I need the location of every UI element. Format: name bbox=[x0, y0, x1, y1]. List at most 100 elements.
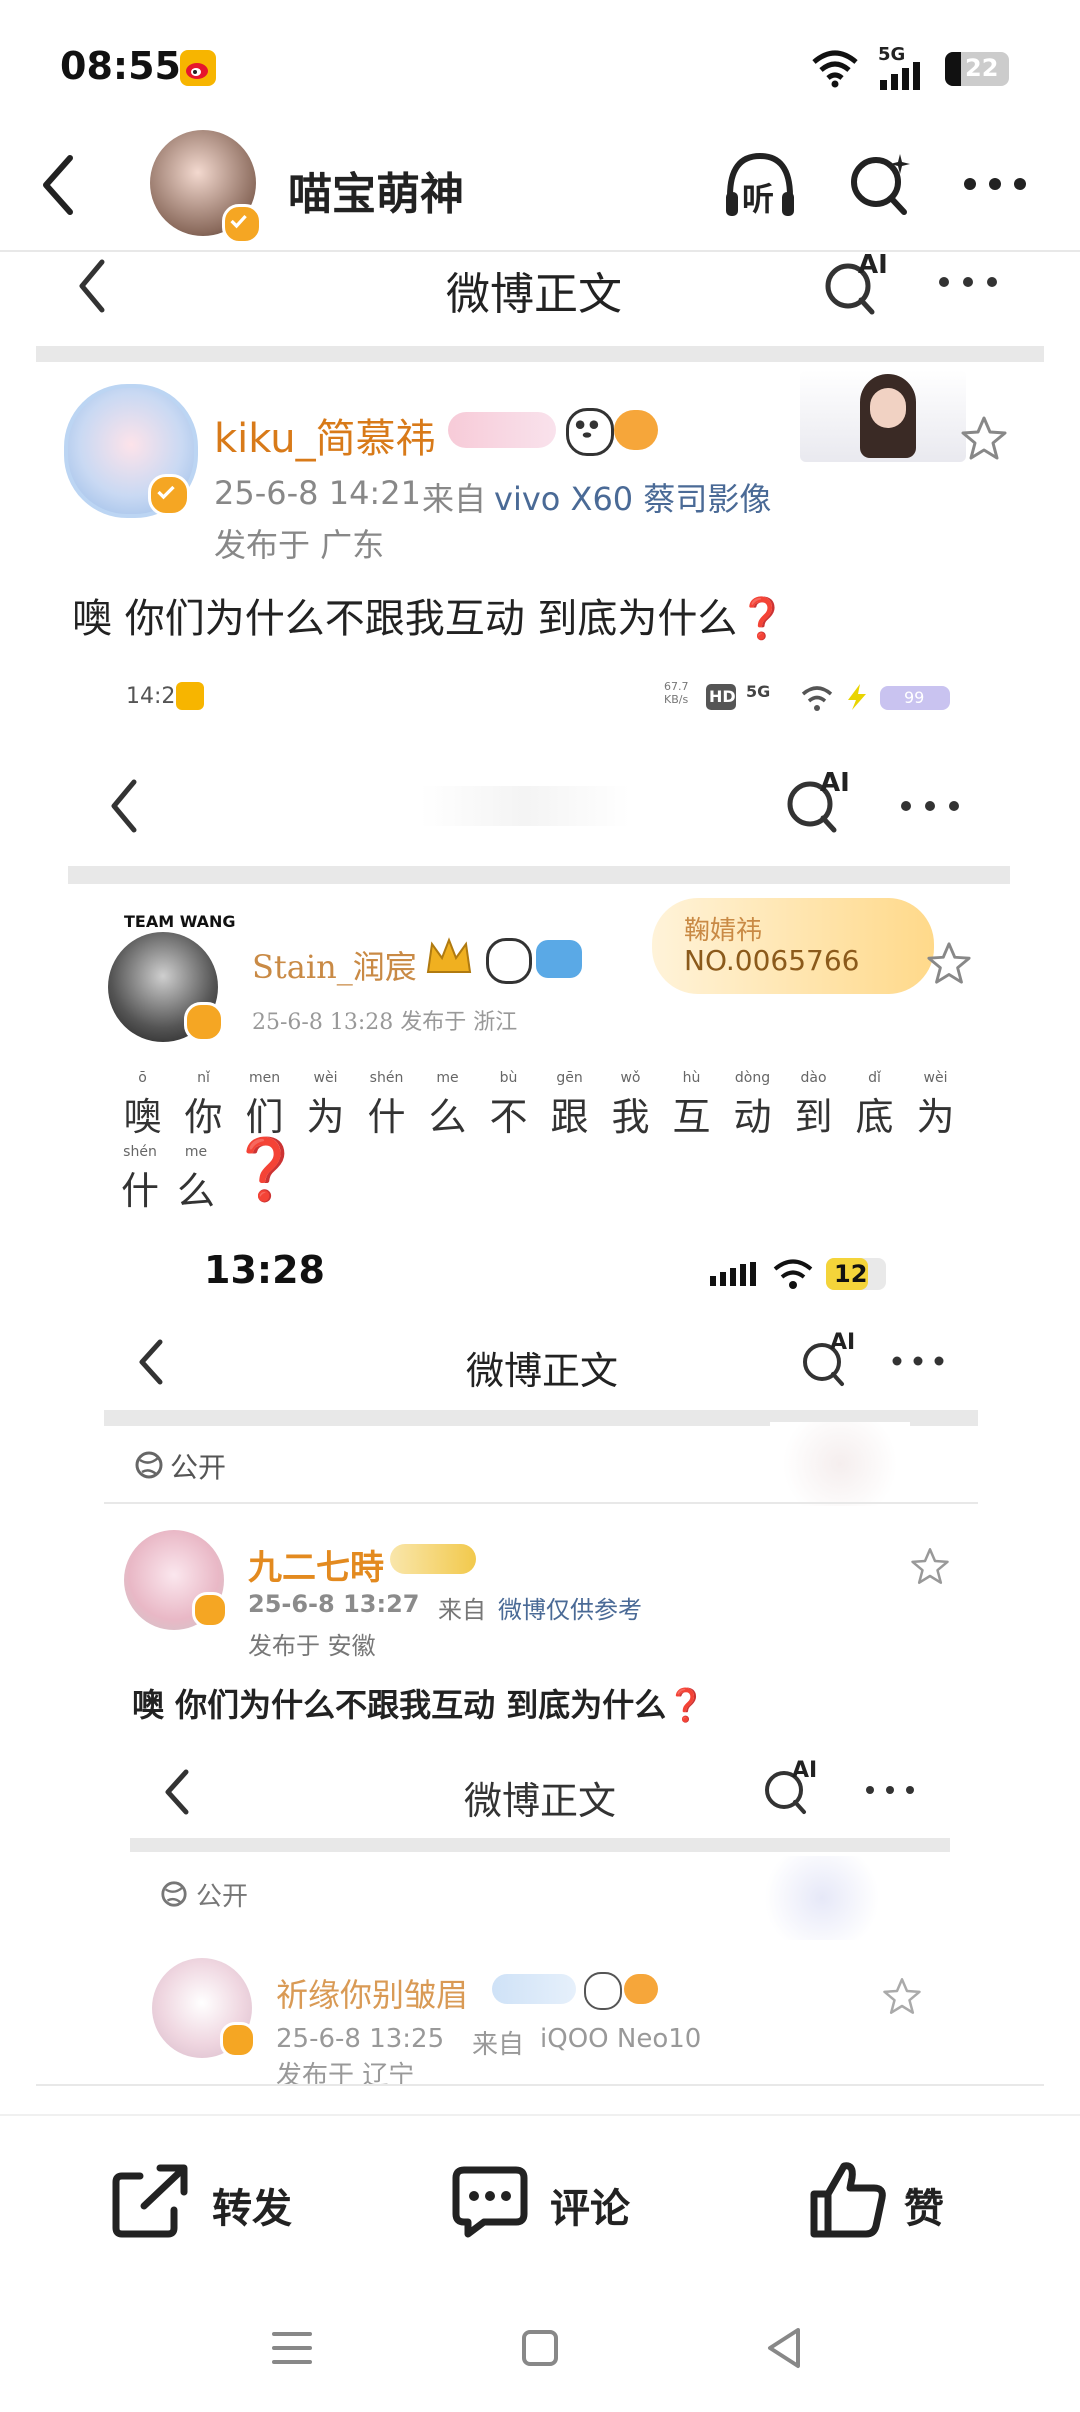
bottom-bar-divider bbox=[36, 2084, 1044, 2086]
more-options-icon bbox=[936, 272, 1000, 292]
shot3-time-posted: 25-6-8 13:25 bbox=[276, 2024, 445, 2054]
panda-badge-icon bbox=[486, 938, 532, 984]
shot2-location: 发布于 安徽 bbox=[248, 1632, 376, 1660]
more-options-icon bbox=[898, 796, 962, 816]
pinyin-char: nǐ 你 bbox=[173, 1070, 234, 1141]
battery-level: 22 bbox=[965, 54, 999, 82]
pinyin-char: wèi 为 bbox=[295, 1070, 356, 1141]
favorite-star-icon[interactable] bbox=[960, 414, 1008, 462]
shot2-divider-2 bbox=[104, 1502, 978, 1504]
verified-badge-icon bbox=[184, 1002, 224, 1042]
pinyin-text-block: ō 噢 nǐ 你 men 们 wèi 为 shén 什 me 么 bù 不 gēn 跟 wǒ 我 hù 互 dòng 动 d… bbox=[112, 1070, 972, 1213]
post-from-prefix: 来自 bbox=[422, 480, 487, 518]
pinyin-annotation: wèi bbox=[923, 1070, 948, 1086]
pinyin-char: wǒ 我 bbox=[600, 1070, 661, 1141]
pinyin-annotation: gēn bbox=[556, 1070, 583, 1086]
hanzi-char: 为 bbox=[306, 1095, 345, 1139]
back-icon bbox=[134, 1336, 170, 1388]
hanzi-char: 为 bbox=[916, 1095, 955, 1139]
back-icon bbox=[160, 1766, 196, 1818]
pinyin-annotation: men bbox=[248, 1070, 281, 1086]
shot1-network: 5G bbox=[746, 682, 771, 701]
favorite-star-icon bbox=[910, 1546, 950, 1586]
home-nav-icon[interactable] bbox=[518, 2326, 562, 2370]
shot3-from-prefix: 来自 bbox=[472, 2030, 525, 2060]
ai-search-icon: AI bbox=[784, 768, 854, 834]
battery-icon: 22 bbox=[945, 52, 1009, 86]
post-back-icon bbox=[72, 256, 112, 316]
hanzi-char: 互 bbox=[672, 1095, 711, 1139]
bottom-bar-bg bbox=[0, 2114, 1080, 2116]
shot1-speed: 67.7 KB/s bbox=[664, 680, 689, 706]
more-options-icon bbox=[890, 1352, 946, 1370]
post-location: 发布于 广东 bbox=[214, 526, 385, 564]
repost-button[interactable]: 转发 bbox=[110, 2158, 310, 2244]
pinyin-char: men 们 bbox=[234, 1070, 295, 1141]
pinyin-char: hù 互 bbox=[661, 1070, 722, 1141]
shot3-title: 微博正文 bbox=[464, 1779, 617, 1823]
menu-nav-icon[interactable] bbox=[270, 2326, 314, 2370]
listen-label: 听 bbox=[742, 180, 775, 218]
weibo-app-icon bbox=[176, 682, 204, 710]
pinyin-char: gēn 跟 bbox=[539, 1070, 600, 1141]
shot3-location-clip: 发布于 辽宁 bbox=[276, 2060, 476, 2086]
like-button[interactable]: 赞 bbox=[808, 2154, 968, 2244]
pinyin-annotation: shén bbox=[369, 1070, 404, 1086]
hanzi-char: 到 bbox=[794, 1095, 833, 1139]
pinyin-annotation: wǒ bbox=[620, 1070, 641, 1086]
pinyin-char: me 么 bbox=[417, 1070, 478, 1141]
signal-icon bbox=[878, 62, 928, 90]
ai-search-icon: AI bbox=[800, 1330, 860, 1390]
post-username[interactable]: kiku_简慕祎 bbox=[214, 406, 436, 464]
hanzi-char: 我 bbox=[611, 1095, 650, 1139]
post-text: 噢 你们为什么不跟我互动 到底为什么❓ bbox=[72, 596, 788, 642]
shot3-divider bbox=[130, 1838, 950, 1852]
shot2-title: 微博正文 bbox=[466, 1349, 619, 1393]
fish-badge-icon bbox=[624, 1974, 658, 2004]
shot2-public-label: 公开 bbox=[170, 1451, 227, 1484]
header-divider bbox=[0, 250, 1080, 252]
fish-badge-icon bbox=[614, 410, 658, 450]
more-options-icon[interactable] bbox=[960, 172, 1030, 196]
wifi-icon bbox=[810, 48, 860, 88]
back-button[interactable] bbox=[38, 150, 78, 220]
weibo-app-icon bbox=[180, 50, 216, 86]
ai-search-icon: AI bbox=[762, 1758, 822, 1818]
shot1-username: Stain_润宸 bbox=[252, 948, 417, 986]
charging-icon bbox=[842, 682, 872, 712]
post-time: 25-6-8 14:21 bbox=[214, 474, 421, 512]
back-icon bbox=[104, 776, 144, 836]
verified-badge-icon bbox=[192, 1592, 228, 1628]
pinyin-char: me 么 bbox=[168, 1144, 224, 1215]
signal-dots-icon bbox=[708, 1262, 758, 1286]
ai-search-icon[interactable] bbox=[848, 150, 914, 220]
team-label: TEAM WANG bbox=[124, 912, 236, 931]
globe-icon bbox=[134, 1450, 164, 1480]
hanzi-char: 跟 bbox=[550, 1095, 589, 1139]
panda-badge-icon bbox=[584, 1972, 622, 2010]
pinyin-char: dòng 动 bbox=[722, 1070, 783, 1141]
member-badge-icon bbox=[390, 1544, 476, 1574]
shot3-location: 发布于 辽宁 bbox=[276, 2061, 415, 2086]
decoration-image bbox=[752, 1856, 892, 1940]
shot3-username: 祈缘你别皱眉 bbox=[276, 1976, 469, 2014]
title-blurred bbox=[420, 786, 630, 826]
comment-icon bbox=[450, 2162, 530, 2240]
pinyin-annotation: dǐ bbox=[868, 1070, 881, 1086]
back-nav-icon[interactable] bbox=[762, 2324, 806, 2372]
shot3-public-label: 公开 bbox=[196, 1882, 249, 1912]
pinyin-annotation: me bbox=[184, 1144, 208, 1160]
hanzi-char: 们 bbox=[245, 1095, 284, 1139]
shot2-from-prefix: 来自 bbox=[438, 1596, 486, 1624]
shot2-text: 噢 你们为什么不跟我互动 到底为什么❓ bbox=[132, 1686, 707, 1724]
comment-button[interactable]: 评论 bbox=[450, 2158, 650, 2244]
favorite-star-icon bbox=[926, 940, 972, 986]
hanzi-char: 么 bbox=[428, 1095, 467, 1139]
header-title: 喵宝萌神 bbox=[288, 169, 464, 220]
ai-search-icon: AI bbox=[822, 250, 892, 316]
like-label: 赞 bbox=[904, 2186, 944, 2232]
verified-badge-icon bbox=[148, 474, 190, 516]
shot3-source: iQOO Neo10 bbox=[540, 2024, 702, 2054]
post-source[interactable]: vivo X60 蔡司影像 bbox=[494, 474, 771, 520]
listen-button[interactable]: 听 bbox=[720, 148, 800, 224]
